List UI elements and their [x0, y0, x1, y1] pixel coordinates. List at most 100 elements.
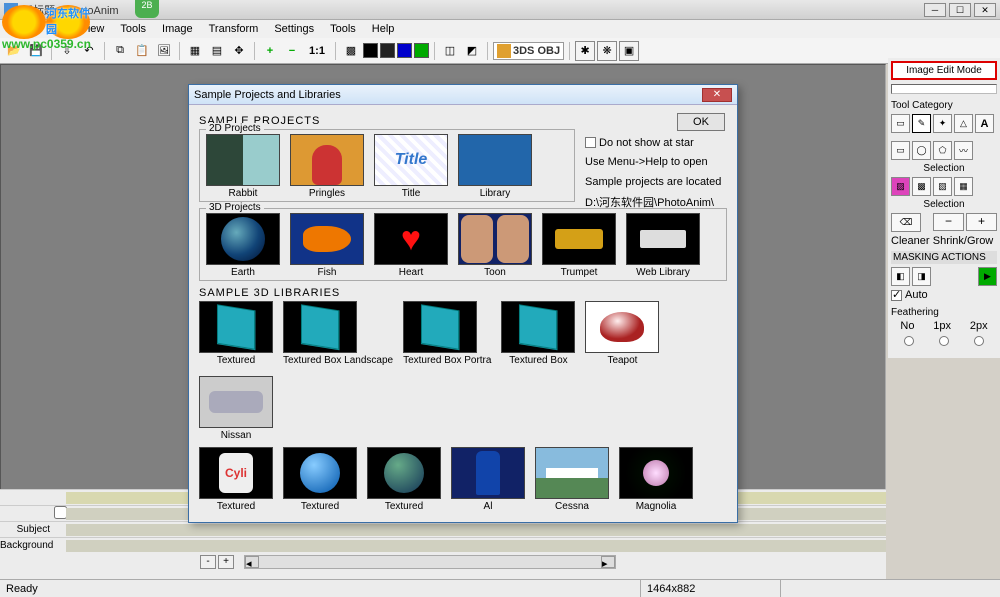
cat-text-icon[interactable]: A — [975, 114, 994, 133]
tool-copy-icon[interactable]: ⧉ — [110, 41, 130, 61]
zoom-in-icon[interactable]: + — [260, 41, 280, 61]
mask-apply-icon[interactable]: ▶ — [978, 267, 997, 286]
tool-open-icon[interactable]: 📂 — [4, 41, 24, 61]
lib-al[interactable]: Al — [451, 447, 525, 512]
dialog-ok-button[interactable]: OK — [677, 113, 725, 131]
dialog-hint2: Sample projects are located — [585, 175, 725, 189]
dialog-hint1: Use Menu->Help to open — [585, 155, 725, 169]
lib-textured-box[interactable]: Textured Box — [501, 301, 575, 366]
tool-3d-a-icon[interactable]: ◫ — [440, 41, 460, 61]
zoom-actual[interactable]: 1:1 — [304, 41, 330, 61]
track-add-button[interactable]: + — [218, 555, 234, 569]
menu-edit[interactable]: Edit — [38, 21, 73, 37]
tool-grid-icon[interactable]: ▦ — [185, 41, 205, 61]
lib-box-portra[interactable]: Textured Box Portra — [403, 301, 491, 366]
menu-file[interactable]: File — [4, 21, 38, 37]
sel-mode-b-icon[interactable]: ▩ — [912, 177, 931, 196]
menu-image[interactable]: Image — [154, 21, 201, 37]
cleaner-icon[interactable]: ⌫ — [891, 213, 921, 232]
track-bg-label: Background — [0, 540, 54, 551]
tool-fx-c-icon[interactable]: ▣ — [619, 41, 639, 61]
color-swatch-green[interactable] — [414, 43, 429, 58]
zoom-out-icon[interactable]: − — [282, 41, 302, 61]
cat-magic-icon[interactable]: ✦ — [933, 114, 952, 133]
menu-transform[interactable]: Transform — [201, 21, 267, 37]
menu-view[interactable]: View — [73, 21, 113, 37]
dialog-close-button[interactable]: ✕ — [702, 88, 732, 102]
tool-paste-icon[interactable]: 📋 — [132, 41, 152, 61]
tool-layers-icon[interactable]: ▤ — [207, 41, 227, 61]
project-library[interactable]: Library — [458, 134, 532, 199]
sel-rect-icon[interactable]: ▭ — [891, 141, 910, 160]
mode-input[interactable] — [891, 84, 997, 94]
lib-textured-sphere1[interactable]: Textured — [283, 447, 357, 512]
feather-radio-1[interactable] — [939, 336, 949, 346]
project-title[interactable]: TitleTitle — [374, 134, 448, 199]
shrink-button[interactable]: − — [933, 213, 964, 231]
mask-a-icon[interactable]: ◧ — [891, 267, 910, 286]
color-swatch-black[interactable] — [363, 43, 378, 58]
menu-settings[interactable]: Settings — [266, 21, 322, 37]
mask-b-icon[interactable]: ◨ — [912, 267, 931, 286]
feather-no: No — [900, 320, 914, 332]
menu-tools1[interactable]: Tools — [112, 21, 154, 37]
cat-select-icon[interactable]: ▭ — [891, 114, 910, 133]
sel-mode-c-icon[interactable]: ▧ — [933, 177, 952, 196]
project-heart[interactable]: ♥Heart — [374, 213, 448, 278]
tool-category-label: Tool Category — [891, 100, 997, 111]
project-earth[interactable]: Earth — [206, 213, 280, 278]
tool-undo-icon[interactable]: ↶ — [79, 41, 99, 61]
project-rabbit[interactable]: Rabbit — [206, 134, 280, 199]
tool-fx-b-icon[interactable]: ❋ — [597, 41, 617, 61]
project-trumpet[interactable]: Trumpet — [542, 213, 616, 278]
grow-button[interactable]: + — [966, 213, 997, 231]
export-3ds-button[interactable]: 3DS OBJ — [493, 42, 564, 60]
lib-cessna[interactable]: Cessna — [535, 447, 609, 512]
lib-nissan[interactable]: Nissan — [199, 376, 273, 441]
project-fish[interactable]: Fish — [290, 213, 364, 278]
project-pringles[interactable]: Pringles — [290, 134, 364, 199]
feather-1px: 1px — [933, 320, 951, 332]
tool-save-icon[interactable]: 💾 — [26, 41, 46, 61]
tool-fx-a-icon[interactable]: ✱ — [575, 41, 595, 61]
tool-export-icon[interactable]: ⇩ — [57, 41, 77, 61]
maximize-button[interactable]: ☐ — [949, 3, 971, 17]
timeline-scrollbar[interactable]: ◂▸ — [244, 555, 616, 569]
cat-shape-icon[interactable]: △ — [954, 114, 973, 133]
feather-radio-2[interactable] — [974, 336, 984, 346]
lib-box-landscape[interactable]: Textured Box Landscape — [283, 301, 393, 366]
sel-free-icon[interactable]: 〰 — [954, 141, 973, 160]
sel-poly-icon[interactable]: ⬠ — [933, 141, 952, 160]
dont-show-checkbox[interactable] — [585, 137, 596, 148]
tool-pan-icon[interactable]: ✥ — [229, 41, 249, 61]
selection-label-1: Selection — [891, 163, 997, 174]
dialog-titlebar[interactable]: Sample Projects and Libraries ✕ — [189, 85, 737, 105]
project-toon[interactable]: Toon — [458, 213, 532, 278]
color-swatch-dark[interactable] — [380, 43, 395, 58]
menu-help[interactable]: Help — [364, 21, 403, 37]
cat-lasso-icon[interactable]: ✎ — [912, 114, 931, 133]
lib-textured-cyl[interactable]: CyliTextured — [199, 447, 273, 512]
sel-ellipse-icon[interactable]: ◯ — [912, 141, 931, 160]
status-dims: 1464x882 — [640, 580, 780, 597]
minimize-button[interactable]: ─ — [924, 3, 946, 17]
lib-magnolia[interactable]: Magnolia — [619, 447, 693, 512]
tool-image-icon[interactable]: 🖼 — [154, 41, 174, 61]
close-button[interactable]: ✕ — [974, 3, 996, 17]
sel-mode-a-icon[interactable]: ▨ — [891, 177, 910, 196]
sample-projects-dialog: Sample Projects and Libraries ✕ OK Do no… — [188, 84, 738, 523]
tool-3d-b-icon[interactable]: ◩ — [462, 41, 482, 61]
track-subject[interactable] — [66, 524, 886, 536]
menu-tools2[interactable]: Tools — [322, 21, 364, 37]
project-weblibrary[interactable]: Web Library — [626, 213, 700, 278]
sel-mode-d-icon[interactable]: ▦ — [954, 177, 973, 196]
feather-radio-no[interactable] — [904, 336, 914, 346]
track-background[interactable] — [66, 540, 886, 552]
auto-checkbox[interactable]: ✓ — [891, 290, 902, 301]
lib-textured-1[interactable]: Textured — [199, 301, 273, 366]
color-swatch-blue[interactable] — [397, 43, 412, 58]
lib-teapot[interactable]: Teapot — [585, 301, 659, 366]
tool-checker-icon[interactable]: ▩ — [341, 41, 361, 61]
track-remove-button[interactable]: - — [200, 555, 216, 569]
lib-textured-sphere2[interactable]: Textured — [367, 447, 441, 512]
